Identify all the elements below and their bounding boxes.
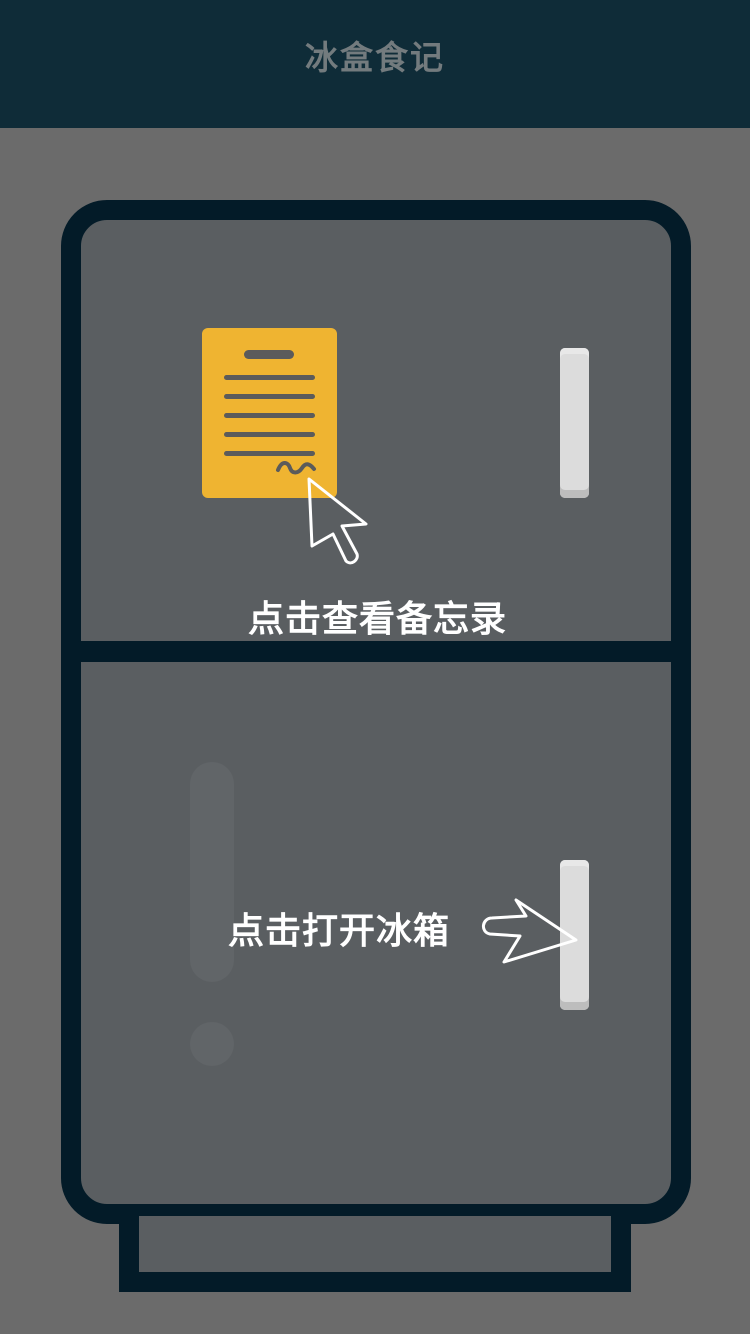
exclamation-dot bbox=[190, 1022, 234, 1066]
open-fridge-hint[interactable]: 点击打开冰箱 bbox=[228, 902, 450, 954]
fridge-base bbox=[119, 1216, 631, 1292]
top-bar: 冰盒食记 bbox=[0, 0, 750, 128]
memo-document-icon[interactable] bbox=[202, 328, 337, 498]
view-memo-hint[interactable]: 点击查看备忘录 bbox=[248, 590, 507, 642]
pointing-hand-icon bbox=[478, 896, 582, 970]
fridge bbox=[61, 200, 691, 1224]
page-title: 冰盒食记 bbox=[305, 38, 445, 77]
freezer-door-handle[interactable] bbox=[560, 348, 589, 498]
arrow-cursor-icon bbox=[305, 476, 371, 572]
fridge-door-divider bbox=[81, 641, 671, 662]
app-screen: 冰盒食记 点击查看备忘录 点击打开冰箱 bbox=[0, 0, 750, 1334]
